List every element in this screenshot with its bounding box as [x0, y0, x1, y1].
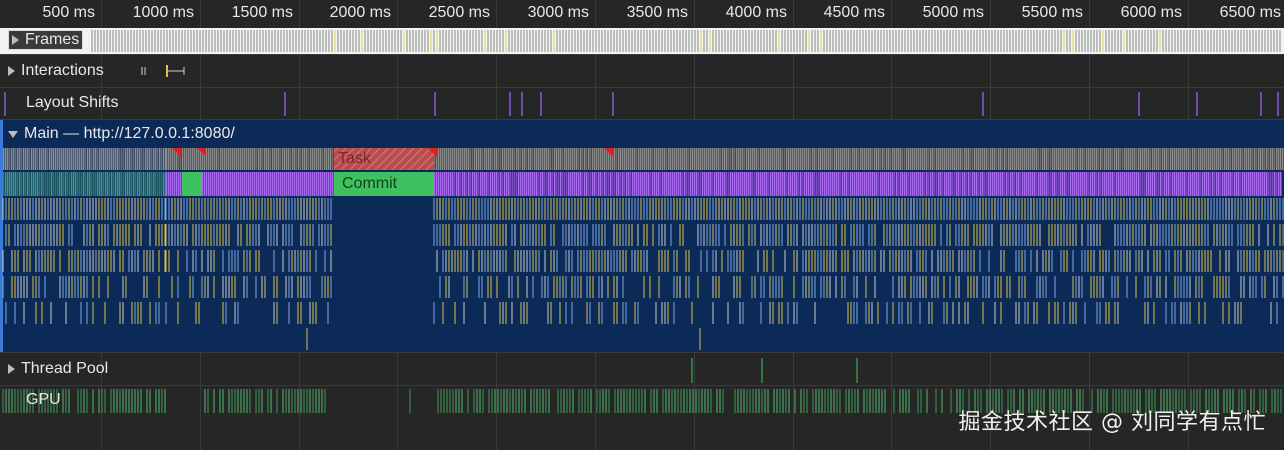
interactions-track[interactable]: Interactions — [0, 55, 1284, 88]
collapse-triangle-icon — [8, 130, 18, 138]
expand-triangle-icon — [8, 364, 15, 374]
thread-pool-label: Thread Pool — [21, 360, 109, 377]
frames-track[interactable]: Frames — [0, 28, 1284, 55]
task-event-label[interactable]: Task — [338, 150, 371, 168]
main-flame-chart[interactable] — [0, 120, 1284, 352]
interactions-label: Interactions — [21, 62, 104, 79]
layout-shifts-track[interactable]: Layout Shifts — [0, 88, 1284, 120]
frames-label: Frames — [25, 31, 80, 48]
layout-shifts-label: Layout Shifts — [26, 94, 119, 111]
interactions-toggle[interactable]: Interactions — [8, 62, 104, 80]
gpu-label: GPU — [26, 391, 61, 408]
frames-strip — [91, 30, 1281, 52]
thread-pool-markers — [691, 358, 858, 383]
layout-shift-markers — [4, 92, 1279, 116]
thread-pool-toggle[interactable]: Thread Pool — [8, 360, 108, 378]
frames-toggle[interactable]: Frames — [8, 30, 84, 50]
main-thread-label: Main — http://127.0.0.1:8080/ — [24, 125, 235, 142]
main-toggle[interactable]: Main — http://127.0.0.1:8080/ — [8, 125, 235, 143]
interactions-markers — [141, 65, 185, 77]
main-thread-track[interactable]: Main — http://127.0.0.1:8080/ Task Commi… — [0, 120, 1284, 353]
expand-triangle-icon — [8, 66, 15, 76]
thread-pool-track[interactable]: Thread Pool — [0, 353, 1284, 386]
expand-triangle-icon — [12, 35, 19, 45]
commit-event-label[interactable]: Commit — [342, 175, 397, 193]
watermark-text: 掘金技术社区 @ 刘同学有点忙 — [958, 410, 1266, 435]
